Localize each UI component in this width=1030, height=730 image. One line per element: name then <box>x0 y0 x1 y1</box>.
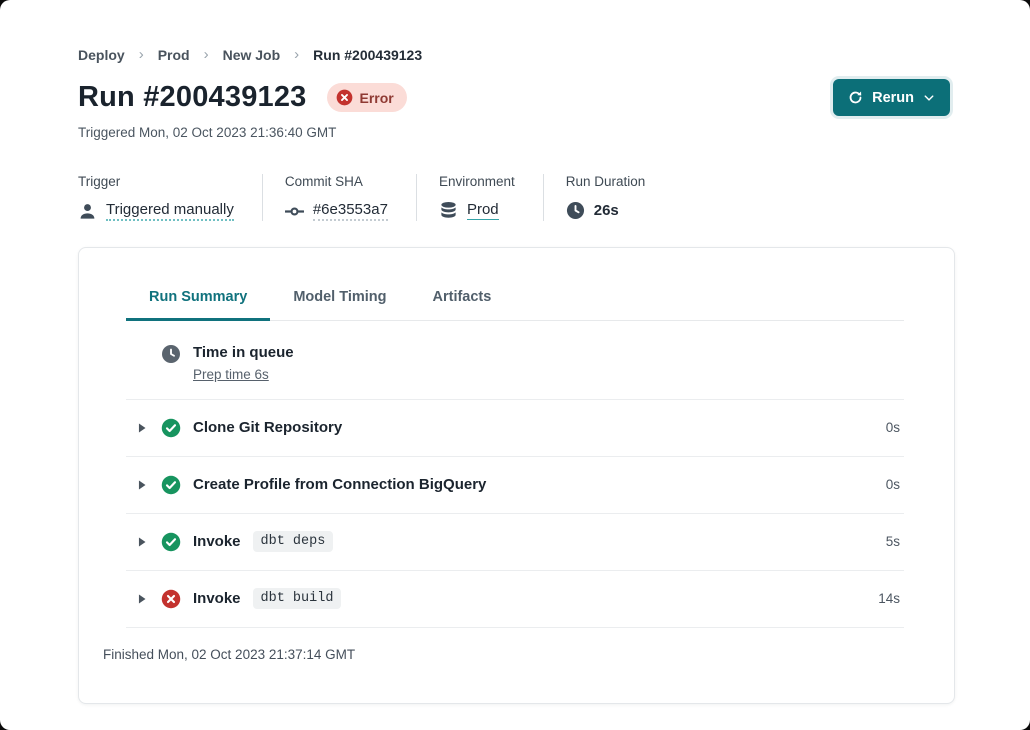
breadcrumb-run: Run #200439123 <box>313 47 422 63</box>
trigger-value[interactable]: Triggered manually <box>106 201 234 221</box>
breadcrumb-deploy[interactable]: Deploy <box>78 47 125 63</box>
database-icon <box>439 201 458 220</box>
step-command-chip: dbt deps <box>253 531 334 552</box>
chevron-right-icon: › <box>139 46 144 63</box>
duration-value: 26s <box>594 202 619 219</box>
step-duration: 5s <box>886 534 900 549</box>
rerun-button[interactable]: Rerun <box>833 79 950 116</box>
environment-value[interactable]: Prod <box>467 201 499 220</box>
info-commit: Commit SHA #6e3553a7 <box>285 174 417 221</box>
step-duration: 0s <box>886 420 900 435</box>
step-name: Invoke <box>193 590 241 607</box>
breadcrumb-new-job[interactable]: New Job <box>223 47 281 63</box>
status-badge: Error <box>327 83 407 112</box>
commit-sha-value[interactable]: #6e3553a7 <box>313 201 388 221</box>
step-duration: 0s <box>886 477 900 492</box>
person-icon <box>78 202 97 221</box>
triggered-timestamp: Triggered Mon, 02 Oct 2023 21:36:40 GMT <box>78 125 950 140</box>
info-environment: Environment Prod <box>439 174 544 221</box>
tab-model-timing[interactable]: Model Timing <box>270 289 409 320</box>
breadcrumb: Deploy › Prod › New Job › Run #200439123 <box>78 46 950 63</box>
step-name: Clone Git Repository <box>193 419 342 436</box>
rerun-button-label: Rerun <box>872 90 914 106</box>
step-row-clone: Clone Git Repository 0s <box>126 400 904 457</box>
time-in-queue-row: Time in queue Prep time 6s <box>126 321 904 400</box>
run-summary-card: Run Summary Model Timing Artifacts Time … <box>78 247 955 704</box>
step-row-dbt-build: Invoke dbt build 14s <box>126 571 904 628</box>
title-row: Run #200439123 Error Rerun <box>78 79 950 116</box>
expand-caret-icon[interactable] <box>135 535 149 549</box>
success-check-icon <box>161 532 181 552</box>
tab-run-summary[interactable]: Run Summary <box>126 289 270 321</box>
queue-title: Time in queue <box>193 344 294 361</box>
error-circle-icon <box>336 89 353 106</box>
step-name: Invoke <box>193 533 241 550</box>
expand-caret-icon[interactable] <box>135 592 149 606</box>
expand-caret-icon[interactable] <box>135 421 149 435</box>
success-check-icon <box>161 475 181 495</box>
run-detail-page: Deploy › Prod › New Job › Run #200439123… <box>0 0 1030 730</box>
info-trigger: Trigger Triggered manually <box>78 174 263 221</box>
page-title: Run #200439123 <box>78 81 307 114</box>
error-circle-icon <box>161 589 181 609</box>
git-commit-icon <box>285 202 304 221</box>
chevron-right-icon: › <box>294 46 299 63</box>
success-check-icon <box>161 418 181 438</box>
info-trigger-label: Trigger <box>78 174 234 189</box>
step-command-chip: dbt build <box>253 588 342 609</box>
info-commit-label: Commit SHA <box>285 174 388 189</box>
info-duration: Run Duration 26s <box>566 174 674 221</box>
status-badge-label: Error <box>360 90 394 106</box>
refresh-icon <box>848 90 863 105</box>
breadcrumb-prod[interactable]: Prod <box>158 47 190 63</box>
info-duration-label: Run Duration <box>566 174 646 189</box>
info-environment-label: Environment <box>439 174 515 189</box>
step-row-create-profile: Create Profile from Connection BigQuery … <box>126 457 904 514</box>
queue-clock-icon <box>161 344 181 364</box>
chevron-down-icon <box>923 92 935 104</box>
run-info-row: Trigger Triggered manually Commit SHA #6… <box>78 174 950 221</box>
expand-caret-icon[interactable] <box>135 478 149 492</box>
step-duration: 14s <box>878 591 900 606</box>
clock-icon <box>566 201 585 220</box>
step-name: Create Profile from Connection BigQuery <box>193 476 486 493</box>
chevron-right-icon: › <box>204 46 209 63</box>
prep-time-link[interactable]: Prep time 6s <box>193 367 294 382</box>
tab-artifacts[interactable]: Artifacts <box>410 289 515 320</box>
tab-bar: Run Summary Model Timing Artifacts <box>126 248 904 321</box>
finished-timestamp: Finished Mon, 02 Oct 2023 21:37:14 GMT <box>79 628 954 662</box>
step-row-dbt-deps: Invoke dbt deps 5s <box>126 514 904 571</box>
